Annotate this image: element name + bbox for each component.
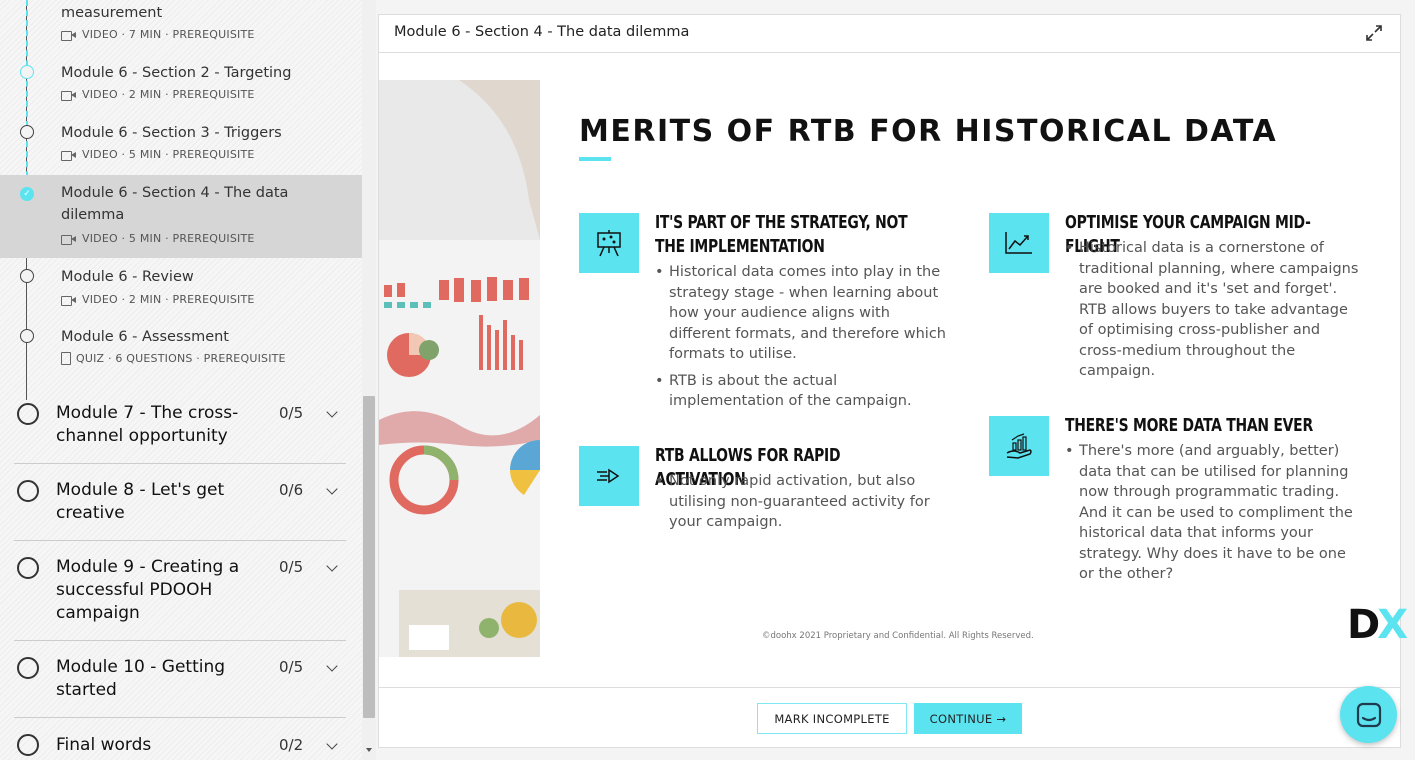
video-icon xyxy=(61,295,77,306)
merit-bullet: RTB is about the actual implementation o… xyxy=(655,371,955,412)
chevron-down-icon[interactable] xyxy=(326,560,338,572)
sidebar-scroll-thumb[interactable] xyxy=(363,396,375,718)
lesson-meta: VIDEO · 5 MIN · PREREQUISITE xyxy=(61,232,255,245)
expand-icon[interactable] xyxy=(1366,25,1382,41)
lesson-meta-text: VIDEO · 5 MIN · PREREQUISITE xyxy=(82,232,255,245)
module-item[interactable]: Module 8 - Let's get creative 0/6 xyxy=(14,464,346,541)
logo-letter-x: X xyxy=(1377,602,1408,648)
module-progress-count: 0/5 xyxy=(279,658,304,676)
lesson-status-circle xyxy=(20,329,34,343)
line-chart-icon xyxy=(989,213,1049,273)
lesson-title: measurement xyxy=(61,5,163,21)
course-sidebar: measurement VIDEO · 7 MIN · PREREQUISITE… xyxy=(0,0,362,760)
lesson-title: Module 6 - Section 2 - Targeting xyxy=(61,65,292,81)
module-item[interactable]: Module 10 - Getting started 0/5 xyxy=(14,641,346,718)
lesson-meta: VIDEO · 2 MIN · PREREQUISITE xyxy=(61,293,255,306)
lesson-meta-text: VIDEO · 5 MIN · PREREQUISITE xyxy=(82,148,255,161)
module-title: Module 7 - The cross-channel opportunity xyxy=(56,403,239,446)
lesson-meta: VIDEO · 5 MIN · PREREQUISITE xyxy=(61,148,255,161)
video-icon xyxy=(61,150,77,161)
lesson-item[interactable]: Module 6 - Review VIDEO · 2 MIN · PREREQ… xyxy=(0,258,362,318)
chevron-down-icon[interactable] xyxy=(326,406,338,418)
merit-title: IT'S PART OF THE STRATEGY, NOT THE IMPLE… xyxy=(655,212,908,257)
merit-bullets: Historical data comes into play in the s… xyxy=(655,262,955,418)
module-item[interactable]: Module 9 - Creating a successful PDOOH c… xyxy=(14,541,346,641)
module-title: Module 9 - Creating a successful PDOOH c… xyxy=(56,557,240,623)
module-status-circle xyxy=(17,403,39,425)
copyright-note: ©doohx 2021 Proprietary and Confidential… xyxy=(762,631,1034,641)
presentation-board-icon xyxy=(579,213,639,273)
module-status-circle xyxy=(17,734,39,756)
module-item[interactable]: Final words 0/2 xyxy=(14,718,346,760)
chevron-down-icon[interactable] xyxy=(326,738,338,750)
module-item[interactable]: Module 7 - The cross-channel opportunity… xyxy=(14,390,346,464)
lesson-status-circle xyxy=(20,125,34,139)
lesson-item[interactable]: Module 6 - Section 3 - Triggers VIDEO · … xyxy=(0,115,362,175)
merit-bullets: Not only rapid activation, but also util… xyxy=(655,471,955,539)
lesson-status-circle xyxy=(20,65,34,79)
module-title: Module 10 - Getting started xyxy=(56,657,226,700)
chat-support-button[interactable] xyxy=(1340,686,1397,743)
infographic-photo-illustration xyxy=(379,80,540,657)
lesson-title: Module 6 - Review xyxy=(61,269,194,285)
lesson-title: Module 6 - Assessment xyxy=(61,329,229,345)
module-progress-count: 0/2 xyxy=(279,736,304,754)
merit-bullets: There's more (and arguably, better) data… xyxy=(1065,441,1365,591)
lesson-panel: Module 6 - Section 4 - The data dilemma xyxy=(378,14,1408,748)
merit-bullets: Historical data is a cornerstone of trad… xyxy=(1065,238,1365,388)
merit-bullet: There's more (and arguably, better) data… xyxy=(1065,441,1365,585)
slide-photo xyxy=(379,80,540,657)
module-title: Final words xyxy=(56,735,152,755)
lesson-meta: VIDEO · 7 MIN · PREREQUISITE xyxy=(61,28,255,41)
merit-title: THERE'S MORE DATA THAN EVER xyxy=(1065,415,1313,436)
lesson-item[interactable]: Module 6 - Assessment QUIZ · 6 QUESTIONS… xyxy=(0,318,362,383)
module-status-circle xyxy=(17,557,39,579)
module-status-circle xyxy=(17,657,39,679)
chat-icon xyxy=(1356,702,1381,727)
quiz-icon xyxy=(61,352,71,365)
mark-incomplete-button[interactable]: MARK INCOMPLETE xyxy=(757,703,907,734)
video-icon xyxy=(61,234,77,245)
continue-button[interactable]: CONTINUE → xyxy=(914,703,1022,734)
merit-bullet: Not only rapid activation, but also util… xyxy=(655,471,955,533)
logo-letter-d: D xyxy=(1347,602,1380,648)
lesson-item[interactable]: Module 6 - Section 2 - Targeting VIDEO ·… xyxy=(0,55,362,115)
lesson-item[interactable]: measurement VIDEO · 7 MIN · PREREQUISITE xyxy=(0,0,362,50)
lesson-meta: QUIZ · 6 QUESTIONS · PREREQUISITE xyxy=(61,352,286,365)
scroll-down-arrow-icon[interactable] xyxy=(366,748,372,752)
slide-content: MERITS OF RTB FOR HISTORICAL DATA IT'S P… xyxy=(379,80,1408,657)
lesson-meta: VIDEO · 2 MIN · PREREQUISITE xyxy=(61,88,255,101)
doohx-logo: DX xyxy=(1347,602,1408,648)
lesson-status-circle xyxy=(20,269,34,283)
lesson-title: Module 6 - Section 3 - Triggers xyxy=(61,125,282,141)
video-icon xyxy=(61,30,77,41)
merit-bullet: Historical data is a cornerstone of trad… xyxy=(1065,238,1365,382)
heading-accent-bar xyxy=(579,157,611,161)
lesson-title-header: Module 6 - Section 4 - The data dilemma xyxy=(394,24,690,40)
module-progress-count: 0/6 xyxy=(279,481,304,499)
lesson-meta-text: QUIZ · 6 QUESTIONS · PREREQUISITE xyxy=(76,352,286,365)
module-title: Module 8 - Let's get creative xyxy=(56,480,225,523)
video-icon xyxy=(61,90,77,101)
lesson-footer: MARK INCOMPLETE CONTINUE → xyxy=(379,687,1400,747)
lesson-item-active[interactable]: ✓ Module 6 - Section 4 - The data dilemm… xyxy=(0,175,362,258)
chevron-down-icon[interactable] xyxy=(326,660,338,672)
growth-hand-icon xyxy=(989,416,1049,476)
merit-bullet: Historical data comes into play in the s… xyxy=(655,262,955,365)
module-progress-count: 0/5 xyxy=(279,558,304,576)
check-icon: ✓ xyxy=(20,187,34,201)
lesson-meta-text: VIDEO · 2 MIN · PREREQUISITE xyxy=(82,88,255,101)
lesson-meta-text: VIDEO · 7 MIN · PREREQUISITE xyxy=(82,28,255,41)
lesson-meta-text: VIDEO · 2 MIN · PREREQUISITE xyxy=(82,293,255,306)
fast-arrow-icon xyxy=(579,446,639,506)
chevron-down-icon[interactable] xyxy=(326,483,338,495)
slide-heading: MERITS OF RTB FOR HISTORICAL DATA xyxy=(579,114,1278,149)
module-status-circle xyxy=(17,480,39,502)
module-progress-count: 0/5 xyxy=(279,404,304,422)
lesson-header: Module 6 - Section 4 - The data dilemma xyxy=(379,15,1400,53)
lesson-title: Module 6 - Section 4 - The data dilemma xyxy=(61,185,289,223)
